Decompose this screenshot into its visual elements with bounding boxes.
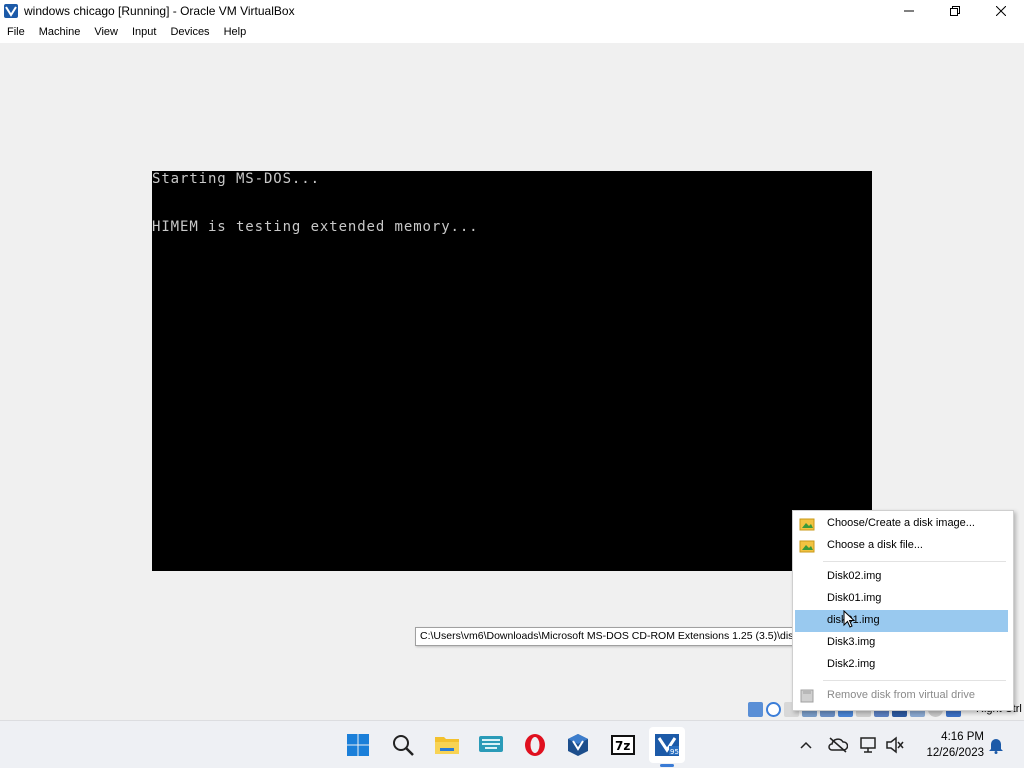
floppy-context-menu: Choose/Create a disk image... Choose a d… [792, 510, 1014, 711]
virtualbox-cube-icon [568, 734, 588, 756]
opera-button[interactable] [517, 727, 553, 763]
menu-bar: File Machine View Input Devices Help [0, 22, 1024, 43]
virtualbox-icon [3, 3, 19, 19]
title-bar[interactable]: windows chicago [Running] - Oracle VM Vi… [0, 0, 1024, 22]
keyboard-app-button[interactable] [473, 727, 509, 763]
search-icon [393, 735, 414, 756]
folder-image-icon [799, 538, 815, 554]
console-line: HIMEM is testing extended memory... [152, 219, 479, 235]
virtualbox-manager-button[interactable] [560, 727, 596, 763]
folder-icon [435, 737, 459, 754]
menu-input[interactable]: Input [125, 22, 163, 43]
clock-date: 12/26/2023 [926, 747, 984, 759]
menu-view[interactable]: View [87, 22, 125, 43]
svg-text:7z: 7z [615, 739, 630, 753]
clock-time: 4:16 PM [941, 731, 984, 743]
console-line: Starting MS-DOS... [152, 171, 320, 187]
vm-screen[interactable]: Starting MS-DOS... HIMEM is testing exte… [152, 171, 872, 571]
minimize-button[interactable] [886, 0, 932, 22]
volume-muted-icon[interactable] [885, 735, 905, 755]
start-button[interactable] [340, 727, 376, 763]
file-explorer-button[interactable] [429, 727, 465, 763]
folder-image-icon [799, 516, 815, 532]
menu-choose-disk-file[interactable]: Choose a disk file... [795, 535, 1008, 557]
onedrive-offline-icon[interactable] [828, 735, 848, 755]
menu-help[interactable]: Help [217, 22, 254, 43]
recent-disk-item[interactable]: Disk2.img [795, 654, 1008, 676]
7zip-icon: 7z [611, 735, 635, 755]
hard-disk-icon[interactable] [748, 702, 763, 717]
menu-machine[interactable]: Machine [32, 22, 88, 43]
menu-separator [823, 561, 1006, 562]
maximize-button[interactable] [932, 0, 978, 22]
floppy-remove-icon [799, 688, 815, 704]
optical-drive-icon[interactable] [766, 702, 781, 717]
menu-file[interactable]: File [0, 22, 32, 43]
recent-disk-item[interactable]: Disk01.img [795, 588, 1008, 610]
menu-devices[interactable]: Devices [163, 22, 216, 43]
svg-text:95: 95 [670, 748, 679, 756]
taskbar: 7z 95 4:16 PM 12/26/2023 [0, 720, 1024, 768]
mouse-cursor-icon [843, 610, 855, 628]
system-clock[interactable]: 4:16 PM 12/26/2023 [916, 729, 984, 761]
recent-disk-item[interactable]: Disk3.img [795, 632, 1008, 654]
keyboard-icon [479, 736, 503, 752]
opera-icon [525, 734, 545, 756]
show-hidden-icons-chevron-icon[interactable] [796, 735, 816, 755]
windows-logo-icon [347, 734, 369, 756]
disk-path-tooltip: C:\Users\vm6\Downloads\Microsoft MS-DOS … [415, 627, 836, 646]
active-app-indicator [660, 764, 674, 767]
close-button[interactable] [978, 0, 1024, 22]
menu-remove-disk[interactable]: Remove disk from virtual drive [795, 685, 1008, 707]
recent-disk-item-selected[interactable]: disk01.img [795, 610, 1008, 632]
search-button[interactable] [385, 727, 421, 763]
7zip-button[interactable]: 7z [605, 727, 641, 763]
recent-disk-item[interactable]: Disk02.img [795, 566, 1008, 588]
virtualbox-vm-button[interactable]: 95 [649, 727, 685, 763]
network-icon[interactable] [859, 735, 879, 755]
menu-choose-create-disk-image[interactable]: Choose/Create a disk image... [795, 513, 1008, 535]
vm-windows95-icon: 95 [655, 734, 679, 756]
menu-separator [823, 680, 1006, 681]
window-title: windows chicago [Running] - Oracle VM Vi… [24, 4, 295, 18]
notification-bell-icon[interactable] [986, 735, 1006, 755]
